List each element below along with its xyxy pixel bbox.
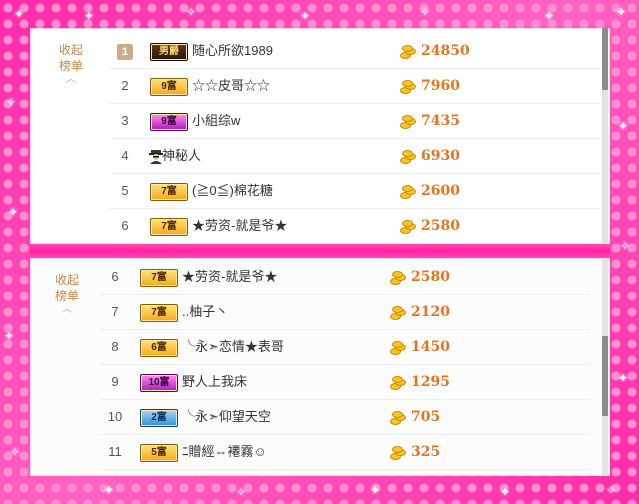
- gift-score: 1295: [390, 365, 450, 399]
- rank-number: 10: [107, 409, 123, 424]
- list-item[interactable]: 6 7富 ★劳资-就是爷★ 2580: [100, 260, 590, 295]
- gift-score: 2580: [400, 209, 460, 243]
- rank-number: 3: [121, 113, 129, 128]
- list-item[interactable]: 2 9富 ☆☆皮哥☆☆ 7960: [110, 69, 600, 104]
- collapse-list-toggle[interactable]: 收起 榜单 ︿: [50, 272, 84, 315]
- collapse-list-toggle[interactable]: 收起 榜单 ︿: [54, 42, 88, 85]
- user-name[interactable]: (≧0≦)棉花糖: [192, 174, 273, 208]
- wealth-badge: 7富: [140, 269, 178, 287]
- coin-icon: [400, 44, 416, 59]
- chevron-up-icon: ︿: [62, 304, 72, 315]
- gift-score: 2600: [400, 174, 460, 208]
- rank-number: 5: [121, 183, 129, 198]
- gift-score: 325: [390, 435, 440, 469]
- user-name[interactable]: 野人上我床: [182, 365, 247, 399]
- list-item[interactable]: 9 10富 野人上我床 1295: [100, 365, 590, 400]
- toggle-label-collapse: 收起: [58, 43, 83, 57]
- wealth-badge: 男爵: [150, 43, 188, 61]
- user-name[interactable]: ★劳资-就是爷★: [192, 209, 287, 243]
- user-name[interactable]: 小組综w: [192, 104, 240, 138]
- user-name[interactable]: ╰永➣仰望天空: [182, 400, 271, 434]
- list-item[interactable]: 3 9富 小組综w 7435: [110, 104, 600, 139]
- wealth-badge: 9富: [150, 113, 188, 131]
- wealth-badge: 10富: [140, 374, 178, 392]
- coin-icon: [400, 184, 416, 199]
- gift-score: 1450: [390, 330, 450, 364]
- coin-icon: [400, 79, 416, 94]
- list-item[interactable]: 5 7富 (≧0≦)棉花糖 2600: [110, 174, 600, 209]
- rank-number: 6: [121, 218, 129, 233]
- toggle-label-list: 榜单: [54, 289, 79, 303]
- coin-icon: [390, 305, 406, 320]
- rank-number: 7: [111, 304, 119, 319]
- toggle-label-list: 榜单: [58, 59, 83, 73]
- coin-icon: [390, 410, 406, 425]
- scrollbar-bottom[interactable]: [602, 258, 608, 476]
- wealth-badge: 2富: [140, 409, 178, 427]
- list-item[interactable]: 4 神秘人 6930: [110, 139, 600, 174]
- coin-icon: [390, 340, 406, 355]
- user-name[interactable]: ☆☆皮哥☆☆: [192, 69, 270, 103]
- coin-icon: [400, 149, 416, 164]
- wealth-badge: 7富: [150, 183, 188, 201]
- gift-score: 2580: [390, 260, 450, 294]
- wealth-badge: 6富: [140, 339, 178, 357]
- coin-icon: [400, 114, 416, 129]
- ranking-panel-bottom: 收起 榜单 ︿ 6 7富 ★劳资-就是爷★ 2580 7 7富 ..柚子丶 21…: [30, 258, 610, 476]
- list-item[interactable]: 7 7富 ..柚子丶 2120: [100, 295, 590, 330]
- rank-number: 11: [108, 444, 122, 459]
- gift-score: 7435: [400, 104, 460, 138]
- ranking-list: 6 7富 ★劳资-就是爷★ 2580 7 7富 ..柚子丶 2120 8 6富 …: [100, 260, 590, 470]
- gift-score: 2120: [390, 295, 450, 329]
- ranking-panel-top: 收起 榜单 ︿ 1 男爵 随心所欲1989 24850 2 9富 ☆☆皮哥☆☆ …: [30, 28, 610, 244]
- user-name[interactable]: 神秘人: [162, 139, 201, 173]
- chevron-up-icon: ︿: [66, 74, 76, 85]
- toggle-label-collapse: 收起: [54, 273, 79, 287]
- rank-number: 9: [111, 374, 119, 389]
- rank-number: 4: [121, 148, 129, 163]
- list-item[interactable]: 8 6富 ╰永➣恋情★表哥 1450: [100, 330, 590, 365]
- rank-number: 1: [110, 34, 140, 68]
- coin-icon: [390, 375, 406, 390]
- coin-icon: [390, 445, 406, 460]
- user-name[interactable]: 随心所欲1989: [192, 34, 273, 68]
- list-item[interactable]: 11 5富 ﾆ贈經⇔褼霧☺ 325: [100, 435, 590, 470]
- panel-sidebar: 收起 榜单 ︿: [30, 258, 110, 476]
- panel-sidebar: 收起 榜单 ︿: [30, 28, 110, 244]
- coin-icon: [390, 270, 406, 285]
- wealth-badge: 9富: [150, 78, 188, 96]
- list-item[interactable]: 1 男爵 随心所欲1989 24850: [110, 34, 600, 69]
- list-item[interactable]: 10 2富 ╰永➣仰望天空 705: [100, 400, 590, 435]
- user-name[interactable]: ★劳资-就是爷★: [182, 260, 277, 294]
- user-name[interactable]: ╰永➣恋情★表哥: [182, 330, 284, 364]
- divider-band: [30, 244, 610, 258]
- wealth-badge: 7富: [150, 218, 188, 236]
- gift-score: 705: [390, 400, 440, 434]
- rank-number: 8: [111, 339, 119, 354]
- scroll-thumb[interactable]: [602, 28, 608, 90]
- rank-number: 2: [121, 78, 129, 93]
- scroll-thumb[interactable]: [602, 336, 608, 416]
- user-name[interactable]: ﾆ贈經⇔褼霧☺: [182, 435, 267, 469]
- wealth-badge: 5富: [140, 444, 178, 462]
- gift-score: 7960: [400, 69, 460, 103]
- coin-icon: [400, 219, 416, 234]
- gift-score: 24850: [400, 34, 470, 68]
- ranking-list: 1 男爵 随心所欲1989 24850 2 9富 ☆☆皮哥☆☆ 7960 3 9…: [110, 34, 600, 244]
- wealth-badge: 7富: [140, 304, 178, 322]
- gift-score: 6930: [400, 139, 460, 173]
- scrollbar-top[interactable]: [602, 28, 608, 244]
- rank-number: 6: [111, 269, 119, 284]
- list-item[interactable]: 6 7富 ★劳资-就是爷★ 2580: [110, 209, 600, 244]
- user-name[interactable]: ..柚子丶: [182, 295, 228, 329]
